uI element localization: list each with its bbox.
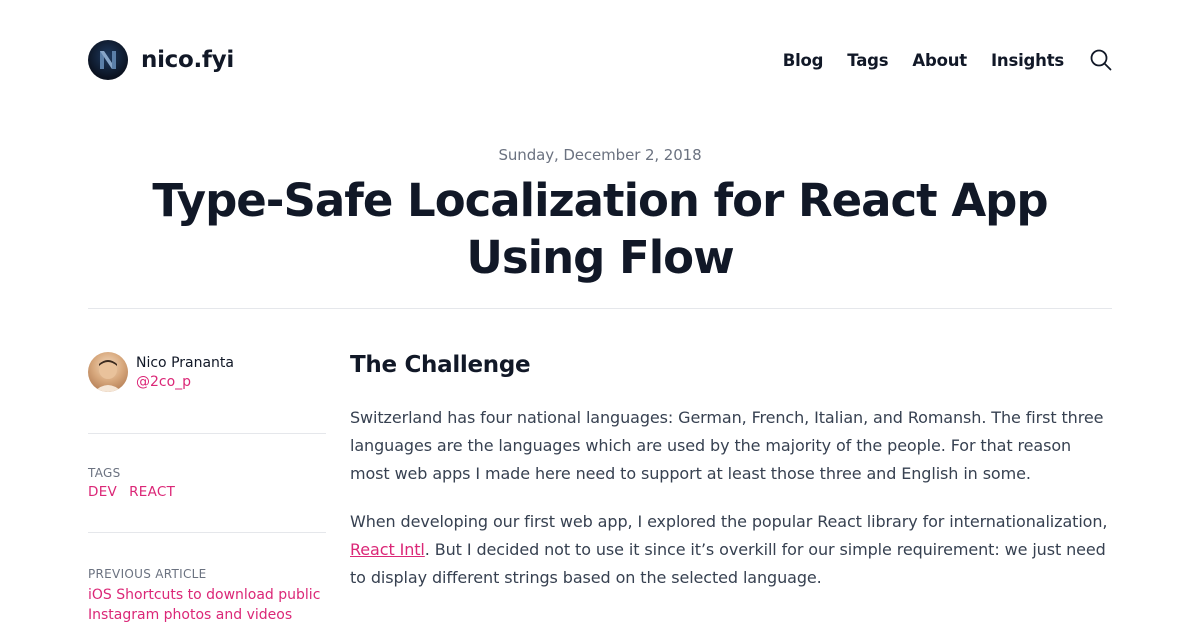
tag-dev[interactable]: DEV xyxy=(88,484,117,500)
nav-tags[interactable]: Tags xyxy=(847,51,888,70)
logo-icon xyxy=(88,40,128,80)
site-header: nico.fyi Blog Tags About Insights xyxy=(88,40,1112,80)
tag-react[interactable]: REACT xyxy=(129,484,175,500)
author-card: Nico Prananta @2co_p xyxy=(88,352,326,393)
article-sidebar: Nico Prananta @2co_p TAGS DEV REACT PREV… xyxy=(88,352,326,625)
nav-insights[interactable]: Insights xyxy=(991,51,1064,70)
paragraph-text: When developing our first web app, I exp… xyxy=(350,512,1108,531)
article-body: The Challenge Switzerland has four natio… xyxy=(350,350,1112,592)
post-date: Sunday, December 2, 2018 xyxy=(498,146,702,164)
paragraph: When developing our first web app, I exp… xyxy=(350,508,1112,592)
author-handle-link[interactable]: @2co_p xyxy=(136,372,234,392)
tag-list: DEV REACT xyxy=(88,484,326,500)
post-title: Type-Safe Localization for React App Usi… xyxy=(152,174,1048,284)
previous-article-section: PREVIOUS ARTICLE iOS Shortcuts to downlo… xyxy=(88,533,326,625)
react-intl-link[interactable]: React Intl xyxy=(350,540,425,559)
author-name: Nico Prananta xyxy=(136,355,234,371)
tags-section: TAGS DEV REACT xyxy=(88,434,326,532)
previous-article-link[interactable]: iOS Shortcuts to download public Instagr… xyxy=(88,585,326,625)
paragraph: Switzerland has four national languages:… xyxy=(350,408,1104,483)
tags-label: TAGS xyxy=(88,466,121,480)
author-info: Nico Prananta @2co_p xyxy=(136,352,234,392)
section-heading: The Challenge xyxy=(350,352,531,378)
avatar xyxy=(88,352,128,392)
paragraph-text: . But I decided not to use it since it’s… xyxy=(350,540,1106,587)
search-icon[interactable] xyxy=(1090,49,1112,71)
previous-article-label: PREVIOUS ARTICLE xyxy=(88,567,207,581)
site-name: nico.fyi xyxy=(141,47,234,73)
main-nav: Blog Tags About Insights xyxy=(783,40,1112,80)
site-logo-link[interactable]: nico.fyi xyxy=(88,40,234,80)
nav-about[interactable]: About xyxy=(912,51,967,70)
nav-blog[interactable]: Blog xyxy=(783,51,824,70)
title-divider xyxy=(88,308,1112,309)
